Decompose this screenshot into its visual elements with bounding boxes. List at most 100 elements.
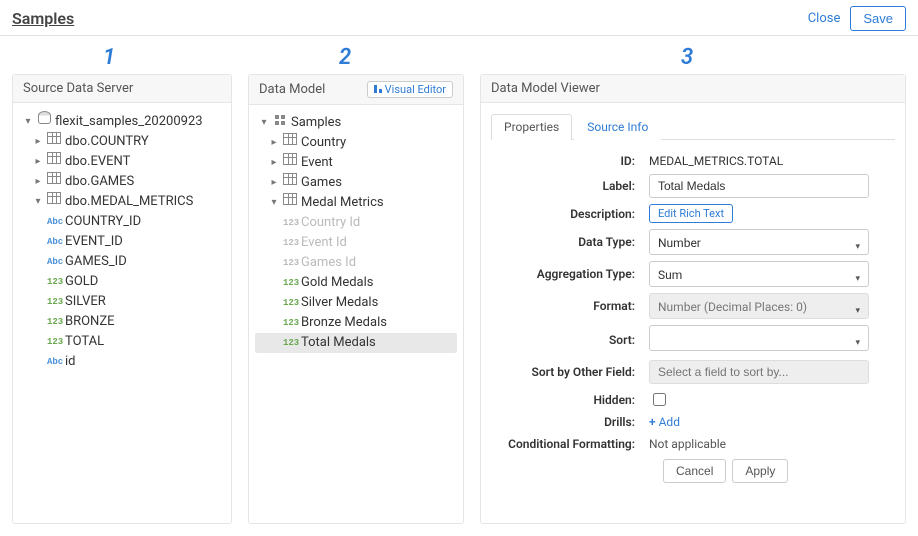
visual-editor-label: Visual Editor: [385, 83, 446, 96]
column-label: Games Id: [301, 253, 356, 273]
tree-column[interactable]: TOTAL: [19, 332, 225, 352]
label-input[interactable]: [649, 174, 869, 198]
tree-column[interactable]: COUNTRY_ID: [19, 212, 225, 232]
tree-table-label: dbo.MEDAL_METRICS: [65, 192, 193, 212]
column-label: EVENT_ID: [65, 232, 123, 252]
label-condfmt: Conditional Formatting:: [499, 437, 649, 451]
model-entity[interactable]: Country: [255, 133, 457, 153]
table-icon: [283, 153, 297, 173]
panel1-title: Source Data Server: [13, 75, 231, 103]
type-123-icon: [283, 253, 297, 273]
type-123-icon: [47, 312, 61, 332]
data-model-viewer-panel: 3 Data Model Viewer Properties Source In…: [480, 74, 906, 524]
caret-down-icon[interactable]: [259, 118, 269, 128]
column-label: SILVER: [65, 292, 106, 312]
table-icon: [283, 133, 297, 153]
tab-properties[interactable]: Properties: [491, 114, 572, 140]
format-select[interactable]: Number (Decimal Places: 0)▾: [649, 293, 869, 319]
caret-right-icon[interactable]: [33, 137, 43, 147]
datatype-select[interactable]: Number▾: [649, 229, 869, 255]
type-123-icon: [283, 273, 297, 293]
label-id: ID:: [499, 154, 649, 168]
table-icon: [47, 172, 61, 192]
model-column[interactable]: Games Id: [255, 253, 457, 273]
caret-right-icon[interactable]: [33, 177, 43, 187]
type-abc-icon: [47, 212, 61, 232]
model-entity[interactable]: Games: [255, 173, 457, 193]
edit-rich-text-button[interactable]: Edit Rich Text: [649, 204, 733, 223]
type-123-icon: [47, 272, 61, 292]
model-tree: Samples Country Event Games Medal Metric…: [255, 113, 457, 353]
model-column[interactable]: Country Id: [255, 213, 457, 233]
hidden-checkbox[interactable]: [653, 393, 666, 406]
model-column[interactable]: Silver Medals: [255, 293, 457, 313]
caret-right-icon[interactable]: [269, 178, 279, 188]
panel2-header: Data Model Visual Editor: [249, 75, 463, 105]
tree-table[interactable]: dbo.GAMES: [19, 172, 225, 192]
caret-right-icon[interactable]: [33, 157, 43, 167]
tree-table[interactable]: dbo.MEDAL_METRICS: [19, 192, 225, 212]
save-button[interactable]: Save: [850, 6, 906, 31]
column-label: Country Id: [301, 213, 360, 233]
caret-down-icon[interactable]: [33, 197, 43, 207]
tree-column[interactable]: id: [19, 352, 225, 372]
table-icon: [283, 173, 297, 193]
table-icon: [47, 152, 61, 172]
add-drill-button[interactable]: Add: [649, 415, 680, 429]
tree-table[interactable]: dbo.COUNTRY: [19, 132, 225, 152]
visual-editor-button[interactable]: Visual Editor: [367, 81, 453, 98]
tree-column[interactable]: GAMES_ID: [19, 252, 225, 272]
page-title: Samples: [12, 9, 74, 28]
label-sort: Sort:: [499, 333, 649, 347]
column-label: id: [65, 352, 76, 372]
tree-table-label: dbo.COUNTRY: [65, 132, 149, 152]
tree-table-label: dbo.EVENT: [65, 152, 130, 172]
model-column[interactable]: Event Id: [255, 233, 457, 253]
column-label: TOTAL: [65, 332, 104, 352]
caret-right-icon[interactable]: [269, 158, 279, 168]
type-abc-icon: [47, 252, 61, 272]
panel3-title: Data Model Viewer: [481, 75, 905, 103]
main-canvas: 1 Source Data Server flexit_samples_2020…: [0, 66, 918, 536]
source-tree: flexit_samples_20200923 dbo.COUNTRY dbo.…: [19, 111, 225, 372]
tree-column[interactable]: GOLD: [19, 272, 225, 292]
tree-table[interactable]: dbo.EVENT: [19, 152, 225, 172]
type-abc-icon: [47, 232, 61, 252]
entity-label: Event: [301, 153, 333, 173]
type-123-icon: [283, 233, 297, 253]
tree-column[interactable]: SILVER: [19, 292, 225, 312]
model-column[interactable]: Bronze Medals: [255, 313, 457, 333]
caret-right-icon[interactable]: [269, 138, 279, 148]
tab-source-info[interactable]: Source Info: [574, 114, 661, 140]
aggregation-select[interactable]: Sum▾: [649, 261, 869, 287]
type-123-icon: [283, 333, 297, 353]
page-header: Samples Close Save: [0, 0, 918, 36]
database-icon: [37, 111, 51, 132]
viewer-tabs: Properties Source Info: [481, 103, 905, 139]
table-icon: [283, 193, 297, 213]
type-123-icon: [283, 213, 297, 233]
sort-select[interactable]: ▾: [649, 325, 869, 351]
model-root[interactable]: Samples: [255, 113, 457, 133]
model-entity[interactable]: Event: [255, 153, 457, 173]
model-entity[interactable]: Medal Metrics: [255, 193, 457, 213]
caret-down-icon[interactable]: [23, 117, 33, 127]
value-id: MEDAL_METRICS.TOTAL: [649, 154, 887, 168]
cancel-button[interactable]: Cancel: [663, 459, 726, 483]
apply-button[interactable]: Apply: [732, 459, 788, 483]
data-model-panel: 2 Data Model Visual Editor Samples Count…: [248, 74, 464, 524]
chevron-down-icon: ▾: [855, 302, 860, 320]
tree-table-label: dbo.GAMES: [65, 172, 134, 192]
sortby-input[interactable]: [649, 360, 869, 384]
tree-root[interactable]: flexit_samples_20200923: [19, 111, 225, 132]
panel2-badge: 2: [339, 45, 351, 70]
model-column-selected[interactable]: Total Medals: [255, 333, 457, 353]
caret-down-icon[interactable]: [269, 198, 279, 208]
column-label: Gold Medals: [301, 273, 374, 293]
model-column[interactable]: Gold Medals: [255, 273, 457, 293]
chevron-down-icon: ▾: [855, 270, 860, 288]
tree-column[interactable]: BRONZE: [19, 312, 225, 332]
panel3-badge: 3: [681, 45, 693, 70]
close-button[interactable]: Close: [808, 11, 841, 26]
tree-column[interactable]: EVENT_ID: [19, 232, 225, 252]
